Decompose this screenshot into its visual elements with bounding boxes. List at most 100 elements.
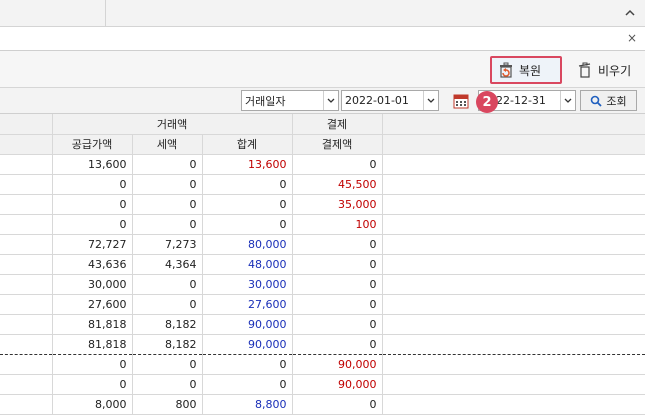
cell-name (0, 334, 53, 355)
table-row[interactable]: 0 0 0 45,500 (0, 174, 645, 195)
panel-header: × (0, 27, 645, 51)
table-row[interactable]: 0 0 0 90,000 (0, 353, 645, 375)
cell-tax: 0 (132, 294, 203, 315)
cell-name (0, 294, 53, 315)
cell-tax: 0 (132, 214, 203, 235)
cell-payment: 0 (292, 154, 383, 175)
cell-name (0, 154, 53, 175)
cell-name (0, 254, 53, 275)
cell-total: 0 (202, 194, 293, 215)
cell-total: 0 (202, 214, 293, 235)
date-type-value: 거래일자 (245, 94, 286, 108)
cell-note (382, 294, 645, 315)
restore-icon (498, 62, 514, 78)
cell-name (0, 353, 53, 375)
restore-label: 복원 (519, 63, 542, 78)
cell-tax: 0 (132, 374, 203, 395)
search-icon (590, 95, 603, 107)
cell-supply: 72,727 (52, 234, 133, 255)
table-row[interactable]: 0 0 0 100 (0, 214, 645, 235)
cell-payment: 90,000 (292, 353, 383, 375)
header-total: 합계 (202, 134, 293, 155)
table-row[interactable]: 0 0 0 35,000 (0, 194, 645, 215)
cell-total: 0 (202, 374, 293, 395)
calendar-icon[interactable] (448, 90, 474, 111)
chevron-down-icon[interactable] (323, 91, 338, 110)
cell-total: 80,000 (202, 234, 293, 255)
table-row[interactable]: 81,818 8,182 90,000 0 (0, 314, 645, 335)
cell-note (382, 353, 645, 375)
cell-name (0, 274, 53, 295)
cell-total: 90,000 (202, 334, 293, 355)
trash-icon (577, 62, 593, 78)
cell-payment: 0 (292, 274, 383, 295)
cell-total: 8,800 (202, 394, 293, 415)
cell-payment: 0 (292, 334, 383, 355)
close-icon[interactable]: × (627, 31, 637, 45)
cell-note (382, 334, 645, 355)
cell-payment: 35,000 (292, 194, 383, 215)
cell-payment: 100 (292, 214, 383, 235)
cell-payment: 0 (292, 294, 383, 315)
search-label: 조회 (606, 94, 627, 108)
cell-supply: 0 (52, 214, 133, 235)
cell-note (382, 374, 645, 395)
table-row[interactable]: 72,727 7,273 80,000 0 (0, 234, 645, 255)
cell-tax: 8,182 (132, 314, 203, 335)
start-date-value: 2022-01-01 (345, 94, 409, 107)
cell-supply: 0 (52, 374, 133, 395)
header-supply: 공급가액 (52, 134, 133, 155)
cell-payment: 45,500 (292, 174, 383, 195)
header-blank-2 (0, 134, 53, 155)
cell-name (0, 214, 53, 235)
table-row[interactable]: 81,818 8,182 90,000 0 (0, 334, 645, 355)
start-date-field[interactable]: 2022-01-01 (341, 90, 439, 111)
cell-supply: 27,600 (52, 294, 133, 315)
toolbar: 2 복원 비우기 (0, 51, 645, 113)
table-row[interactable]: 27,600 0 27,600 0 (0, 294, 645, 315)
cell-total: 48,000 (202, 254, 293, 275)
title-bar (0, 0, 645, 27)
cell-tax: 8,182 (132, 334, 203, 355)
cell-note (382, 234, 645, 255)
table-row[interactable]: 30,000 0 30,000 0 (0, 274, 645, 295)
cell-payment: 90,000 (292, 374, 383, 395)
cell-note (382, 174, 645, 195)
cell-tax: 0 (132, 194, 203, 215)
header-tax: 세액 (132, 134, 203, 155)
search-button[interactable]: 조회 (580, 90, 637, 111)
cell-total: 0 (202, 174, 293, 195)
header-blank-right (382, 114, 645, 135)
chevron-down-icon[interactable] (560, 91, 575, 110)
cell-supply: 43,636 (52, 254, 133, 275)
table-row[interactable]: 43,636 4,364 48,000 0 (0, 254, 645, 275)
table-row[interactable]: 13,600 0 13,600 0 (0, 154, 645, 175)
cell-tax: 0 (132, 353, 203, 375)
cell-name (0, 314, 53, 335)
cell-payment: 0 (292, 394, 383, 415)
cell-note (382, 194, 645, 215)
filter-bar: 거래일자 2022-01-01 2022-12-31 조회 (0, 88, 645, 114)
clear-label: 비우기 (598, 63, 632, 78)
chevron-down-icon[interactable] (423, 91, 438, 110)
chevron-up-icon[interactable] (625, 8, 635, 18)
cell-name (0, 234, 53, 255)
cell-tax: 0 (132, 154, 203, 175)
cell-supply: 0 (52, 194, 133, 215)
cell-supply: 13,600 (52, 154, 133, 175)
cell-payment: 0 (292, 254, 383, 275)
clear-button[interactable]: 비우기 (570, 56, 640, 84)
table-row[interactable]: 8,000 800 8,800 0 (0, 394, 645, 415)
cell-supply: 30,000 (52, 274, 133, 295)
cell-supply: 8,000 (52, 394, 133, 415)
cell-note (382, 154, 645, 175)
cell-name (0, 374, 53, 395)
date-type-select[interactable]: 거래일자 (241, 90, 339, 111)
cell-note (382, 314, 645, 335)
cell-note (382, 214, 645, 235)
cell-supply: 81,818 (52, 334, 133, 355)
restore-button[interactable]: 복원 (490, 56, 562, 84)
cell-name (0, 194, 53, 215)
table-row[interactable]: 0 0 0 90,000 (0, 374, 645, 395)
step-badge: 2 (476, 91, 498, 113)
